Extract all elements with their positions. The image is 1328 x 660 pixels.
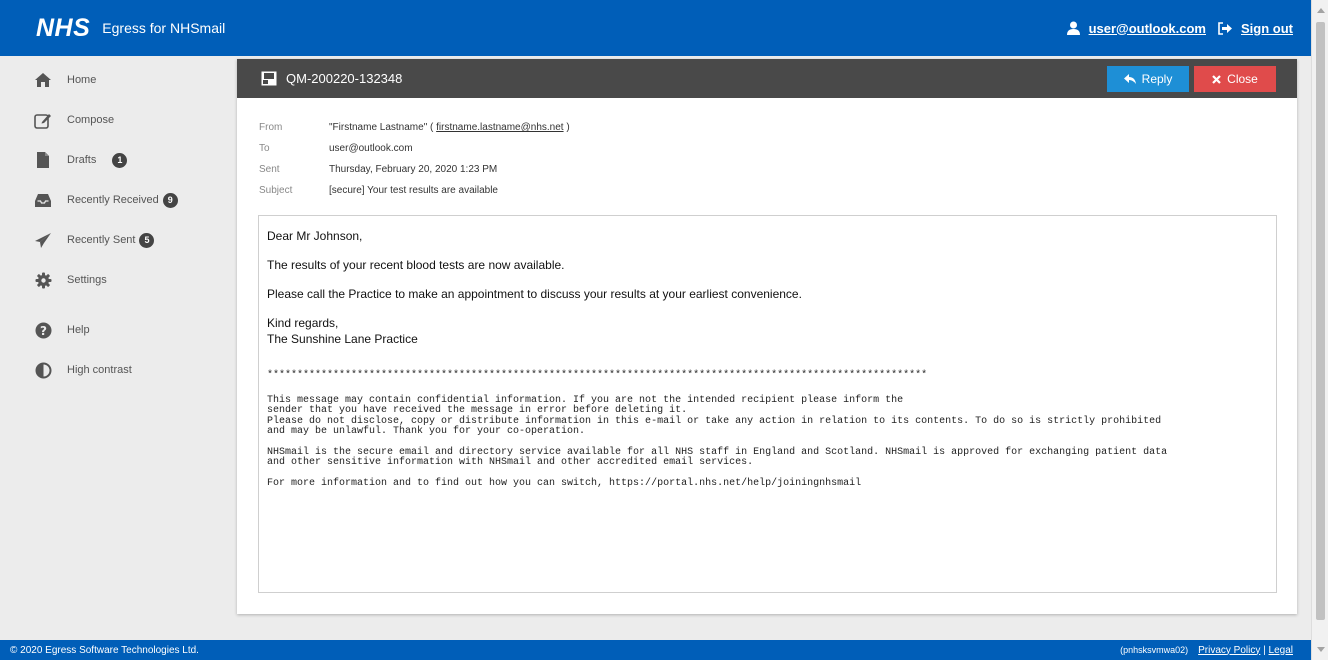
- compose-icon: [33, 110, 53, 130]
- user-icon: [1066, 21, 1081, 36]
- body-signoff-1: Kind regards,: [267, 316, 339, 330]
- help-icon: ?: [33, 320, 53, 340]
- reply-icon: [1123, 74, 1136, 84]
- to-value: user@outlook.com: [329, 143, 413, 154]
- sidebar-item-label: Compose: [67, 114, 115, 126]
- sign-out-link[interactable]: Sign out: [1241, 21, 1293, 36]
- sidebar-item-label: High contrast: [67, 364, 132, 376]
- message-body: Dear Mr Johnson, The results of your rec…: [258, 215, 1277, 593]
- legal-link[interactable]: Legal: [1269, 645, 1293, 656]
- from-name: "Firstname Lastname" (: [329, 122, 434, 133]
- received-count-badge: 9: [162, 192, 178, 208]
- disclaimer-more-info: For more information and to find out how…: [267, 477, 862, 489]
- drafts-count-badge: 1: [112, 152, 128, 168]
- footer-links: (pnhsksvmwa02) Privacy Policy | Legal: [1120, 645, 1293, 656]
- message-panel: QM-200220-132348 Reply Close From "First…: [237, 59, 1297, 614]
- scroll-up-arrow-icon[interactable]: [1317, 8, 1325, 13]
- scroll-down-arrow-icon[interactable]: [1317, 647, 1325, 652]
- sidebar-item-help[interactable]: ? Help: [0, 310, 230, 350]
- sidebar-item-recently-received[interactable]: Recently Received 9: [0, 180, 230, 220]
- user-area: user@outlook.com Sign out: [1066, 21, 1293, 36]
- body-line-2: Please call the Practice to make an appo…: [267, 287, 802, 301]
- sidebar-item-high-contrast[interactable]: High contrast: [0, 350, 230, 390]
- top-bar: NHS Egress for NHSmail user@outlook.com …: [0, 0, 1311, 56]
- body-greeting: Dear Mr Johnson,: [267, 229, 363, 243]
- subject-value: [secure] Your test results are available: [329, 185, 498, 196]
- sidebar-item-label: Drafts: [67, 154, 97, 166]
- body-line-1: The results of your recent blood tests a…: [267, 258, 565, 272]
- drafts-icon: [33, 150, 53, 170]
- body-signoff-2: The Sunshine Lane Practice: [267, 332, 418, 346]
- secure-envelope-icon: [261, 71, 277, 86]
- message-header: QM-200220-132348 Reply Close: [237, 59, 1297, 98]
- sent-label: Sent: [259, 164, 280, 175]
- sidebar-item-settings[interactable]: Settings: [0, 260, 230, 300]
- from-label: From: [259, 122, 283, 133]
- scrollbar-thumb[interactable]: [1316, 22, 1325, 620]
- close-label: Close: [1227, 72, 1258, 86]
- sidebar-item-home[interactable]: Home: [0, 60, 230, 100]
- sidebar-item-recently-sent[interactable]: Recently Sent 5: [0, 220, 230, 260]
- message-metadata: From "Firstname Lastname" ( firstname.la…: [237, 98, 1297, 206]
- sidebar-item-label: Home: [67, 74, 97, 86]
- sidebar-item-drafts[interactable]: Drafts 1: [0, 140, 230, 180]
- close-button[interactable]: Close: [1194, 66, 1276, 92]
- to-row: To user@outlook.com: [259, 143, 1297, 164]
- privacy-policy-link[interactable]: Privacy Policy: [1198, 645, 1260, 656]
- server-id: (pnhsksvmwa02): [1120, 645, 1189, 655]
- sign-out-icon: [1218, 21, 1233, 36]
- gear-icon: [33, 270, 53, 290]
- copyright-text: © 2020 Egress Software Technologies Ltd.: [10, 644, 199, 656]
- sidebar: Home Compose Drafts 1 Recently Received …: [0, 56, 230, 390]
- subject-row: Subject [secure] Your test results are a…: [259, 185, 1297, 206]
- sidebar-item-compose[interactable]: Compose: [0, 100, 230, 140]
- separator-stars: ****************************************…: [267, 370, 928, 381]
- sent-value: Thursday, February 20, 2020 1:23 PM: [329, 164, 498, 175]
- user-email-link[interactable]: user@outlook.com: [1089, 21, 1206, 36]
- from-row: From "Firstname Lastname" ( firstname.la…: [259, 122, 1297, 143]
- sidebar-item-label: Settings: [67, 274, 107, 286]
- sidebar-item-label: Recently Received: [67, 194, 159, 206]
- footer-link-group: Privacy Policy | Legal: [1198, 645, 1293, 656]
- from-email-link[interactable]: firstname.lastname@nhs.net: [436, 122, 563, 133]
- subject-label: Subject: [259, 185, 293, 196]
- reply-button[interactable]: Reply: [1107, 66, 1189, 92]
- body-signoff: Kind regards, The Sunshine Lane Practice: [267, 315, 1268, 347]
- sidebar-item-label: Help: [67, 324, 90, 336]
- inbox-icon: [33, 190, 53, 210]
- send-icon: [33, 230, 53, 250]
- sidebar-item-label: Recently Sent: [67, 234, 136, 246]
- from-value: "Firstname Lastname" ( firstname.lastnam…: [329, 122, 570, 133]
- sent-count-badge: 5: [139, 232, 155, 248]
- reply-label: Reply: [1141, 72, 1173, 86]
- message-id-title: QM-200220-132348: [286, 71, 403, 86]
- nhs-logo: NHS: [36, 13, 91, 42]
- svg-text:?: ?: [40, 324, 47, 338]
- page-scrollbar[interactable]: [1311, 0, 1328, 660]
- contrast-icon: [33, 360, 53, 380]
- close-icon: [1212, 74, 1221, 84]
- disclaimer-confidential: This message may contain confidential in…: [267, 394, 1162, 437]
- sent-row: Sent Thursday, February 20, 2020 1:23 PM: [259, 164, 1297, 185]
- home-icon: [33, 70, 53, 90]
- from-close-paren: ): [566, 122, 570, 133]
- disclaimer-nhsmail: NHSmail is the secure email and director…: [267, 446, 1168, 468]
- footer: © 2020 Egress Software Technologies Ltd.…: [0, 640, 1311, 660]
- app-title: Egress for NHSmail: [102, 20, 226, 36]
- footer-separator: |: [1263, 644, 1266, 656]
- to-label: To: [259, 143, 270, 154]
